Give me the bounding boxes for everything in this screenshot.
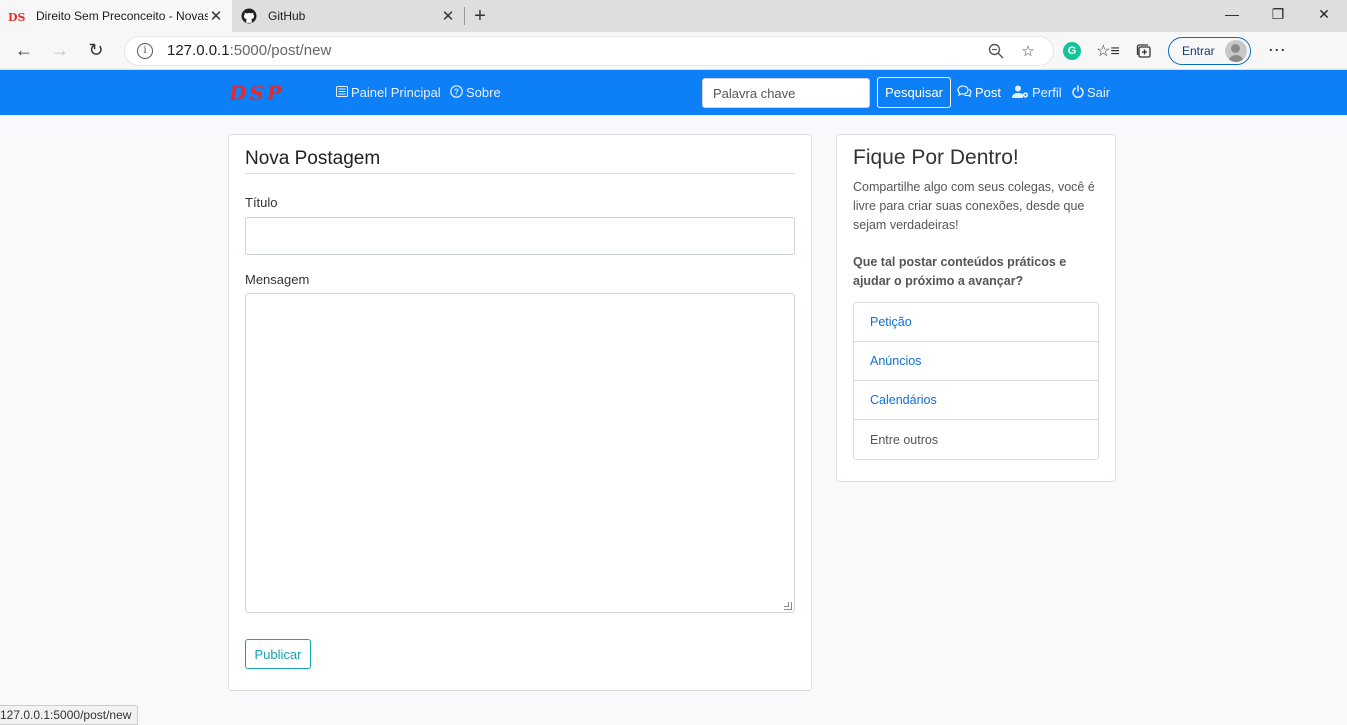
more-options-icon[interactable]: ⋯: [1257, 40, 1297, 61]
sidebar-text: Compartilhe algo com seus colegas, você …: [853, 180, 1095, 232]
window-controls: — ❐ ✕: [1209, 0, 1347, 28]
resize-handle-icon[interactable]: [784, 602, 792, 610]
back-icon[interactable]: ←: [6, 36, 42, 66]
sidebar-title: Fique Por Dentro!: [853, 146, 1019, 169]
collections-icon[interactable]: [1126, 36, 1162, 66]
svg-text:?: ?: [454, 87, 459, 96]
sidebar-bold-text: Que tal postar conteúdos práticos e ajud…: [853, 255, 1067, 288]
user-cog-icon: [1012, 85, 1029, 101]
title-input[interactable]: [245, 217, 795, 255]
search-input[interactable]: [702, 78, 870, 108]
close-window-icon[interactable]: ✕: [1301, 0, 1347, 28]
address-bar[interactable]: i 127.0.0.1:5000/post/new ☆: [124, 35, 1054, 66]
nav-link-label: Sair: [1087, 85, 1111, 100]
signin-button[interactable]: Entrar: [1168, 36, 1251, 65]
title-label: Título: [245, 195, 278, 210]
message-textarea[interactable]: [245, 293, 795, 613]
list-icon: [336, 85, 348, 100]
power-icon: [1072, 84, 1084, 101]
form-legend: Nova Postagem: [245, 148, 795, 174]
tab-github[interactable]: GitHub ✕: [232, 0, 464, 32]
favorites-list-icon[interactable]: ☆≡: [1090, 36, 1126, 66]
nav-link-sobre[interactable]: ? Sobre: [450, 70, 501, 115]
nav-link-sair[interactable]: Sair: [1072, 70, 1110, 115]
site-navbar: DSP Painel Principal ? Sobre Pesquisar P…: [0, 70, 1347, 115]
nav-link-perfil[interactable]: Perfil: [1012, 70, 1062, 115]
signin-label: Entrar: [1182, 43, 1215, 58]
status-bar-url: 127.0.0.1:5000/post/new: [0, 705, 139, 725]
sidebar-list: Petição Anúncios Calendários Entre outro…: [853, 302, 1099, 460]
question-circle-icon: ?: [450, 84, 463, 101]
tab-direito-sem-preconceito[interactable]: DSP Direito Sem Preconceito - Novas ✕: [0, 0, 232, 32]
tab-title: Direito Sem Preconceito - Novas: [36, 9, 208, 23]
svg-text:DSP: DSP: [8, 11, 26, 23]
zoom-icon[interactable]: [983, 43, 1009, 59]
grammarly-icon: G: [1063, 41, 1081, 60]
nav-link-label: Sobre: [466, 85, 501, 100]
url-host: 127.0.0.1: [167, 42, 230, 59]
restore-icon[interactable]: ❐: [1255, 0, 1301, 28]
refresh-icon[interactable]: ↻: [78, 36, 114, 66]
new-post-card: Nova Postagem Título Mensagem Publicar: [228, 134, 812, 691]
nav-link-label: Perfil: [1032, 85, 1062, 100]
browser-toolbar: ← → ↻ i 127.0.0.1:5000/post/new ☆ G ☆≡ E…: [0, 32, 1347, 70]
browser-tab-strip: DSP Direito Sem Preconceito - Novas ✕ Gi…: [0, 0, 1347, 32]
close-tab-icon[interactable]: ✕: [208, 8, 224, 25]
search-button[interactable]: Pesquisar: [877, 77, 951, 108]
nav-link-painel-principal[interactable]: Painel Principal: [336, 70, 441, 115]
github-icon: [240, 8, 258, 24]
new-tab-icon[interactable]: +: [465, 0, 495, 32]
forward-icon[interactable]: →: [42, 36, 78, 66]
brand-logo[interactable]: DSP: [229, 83, 285, 103]
nav-link-post[interactable]: Post: [957, 70, 1001, 115]
comments-icon: [957, 85, 972, 100]
list-item-peticao[interactable]: Petição: [854, 303, 1098, 342]
list-item-calendarios[interactable]: Calendários: [854, 381, 1098, 420]
close-tab-icon[interactable]: ✕: [440, 8, 456, 25]
sidebar-card: Fique Por Dentro! Compartilhe algo com s…: [836, 134, 1116, 482]
grammarly-extension[interactable]: G: [1054, 36, 1090, 66]
list-item-entre-outros: Entre outros: [870, 432, 939, 447]
info-icon[interactable]: i: [137, 42, 153, 59]
dsp-favicon-icon: DSP: [8, 8, 26, 24]
url-path: :5000/post/new: [229, 42, 332, 59]
tab-title: GitHub: [268, 9, 306, 23]
nav-link-label: Painel Principal: [351, 85, 441, 100]
nav-link-label: Post: [975, 85, 1002, 100]
avatar: [1224, 39, 1247, 62]
favorite-star-icon[interactable]: ☆: [1015, 42, 1041, 60]
minimize-icon[interactable]: —: [1209, 0, 1255, 28]
list-item-anuncios[interactable]: Anúncios: [854, 342, 1098, 381]
message-label: Mensagem: [245, 272, 310, 287]
publish-button[interactable]: Publicar: [245, 639, 311, 669]
